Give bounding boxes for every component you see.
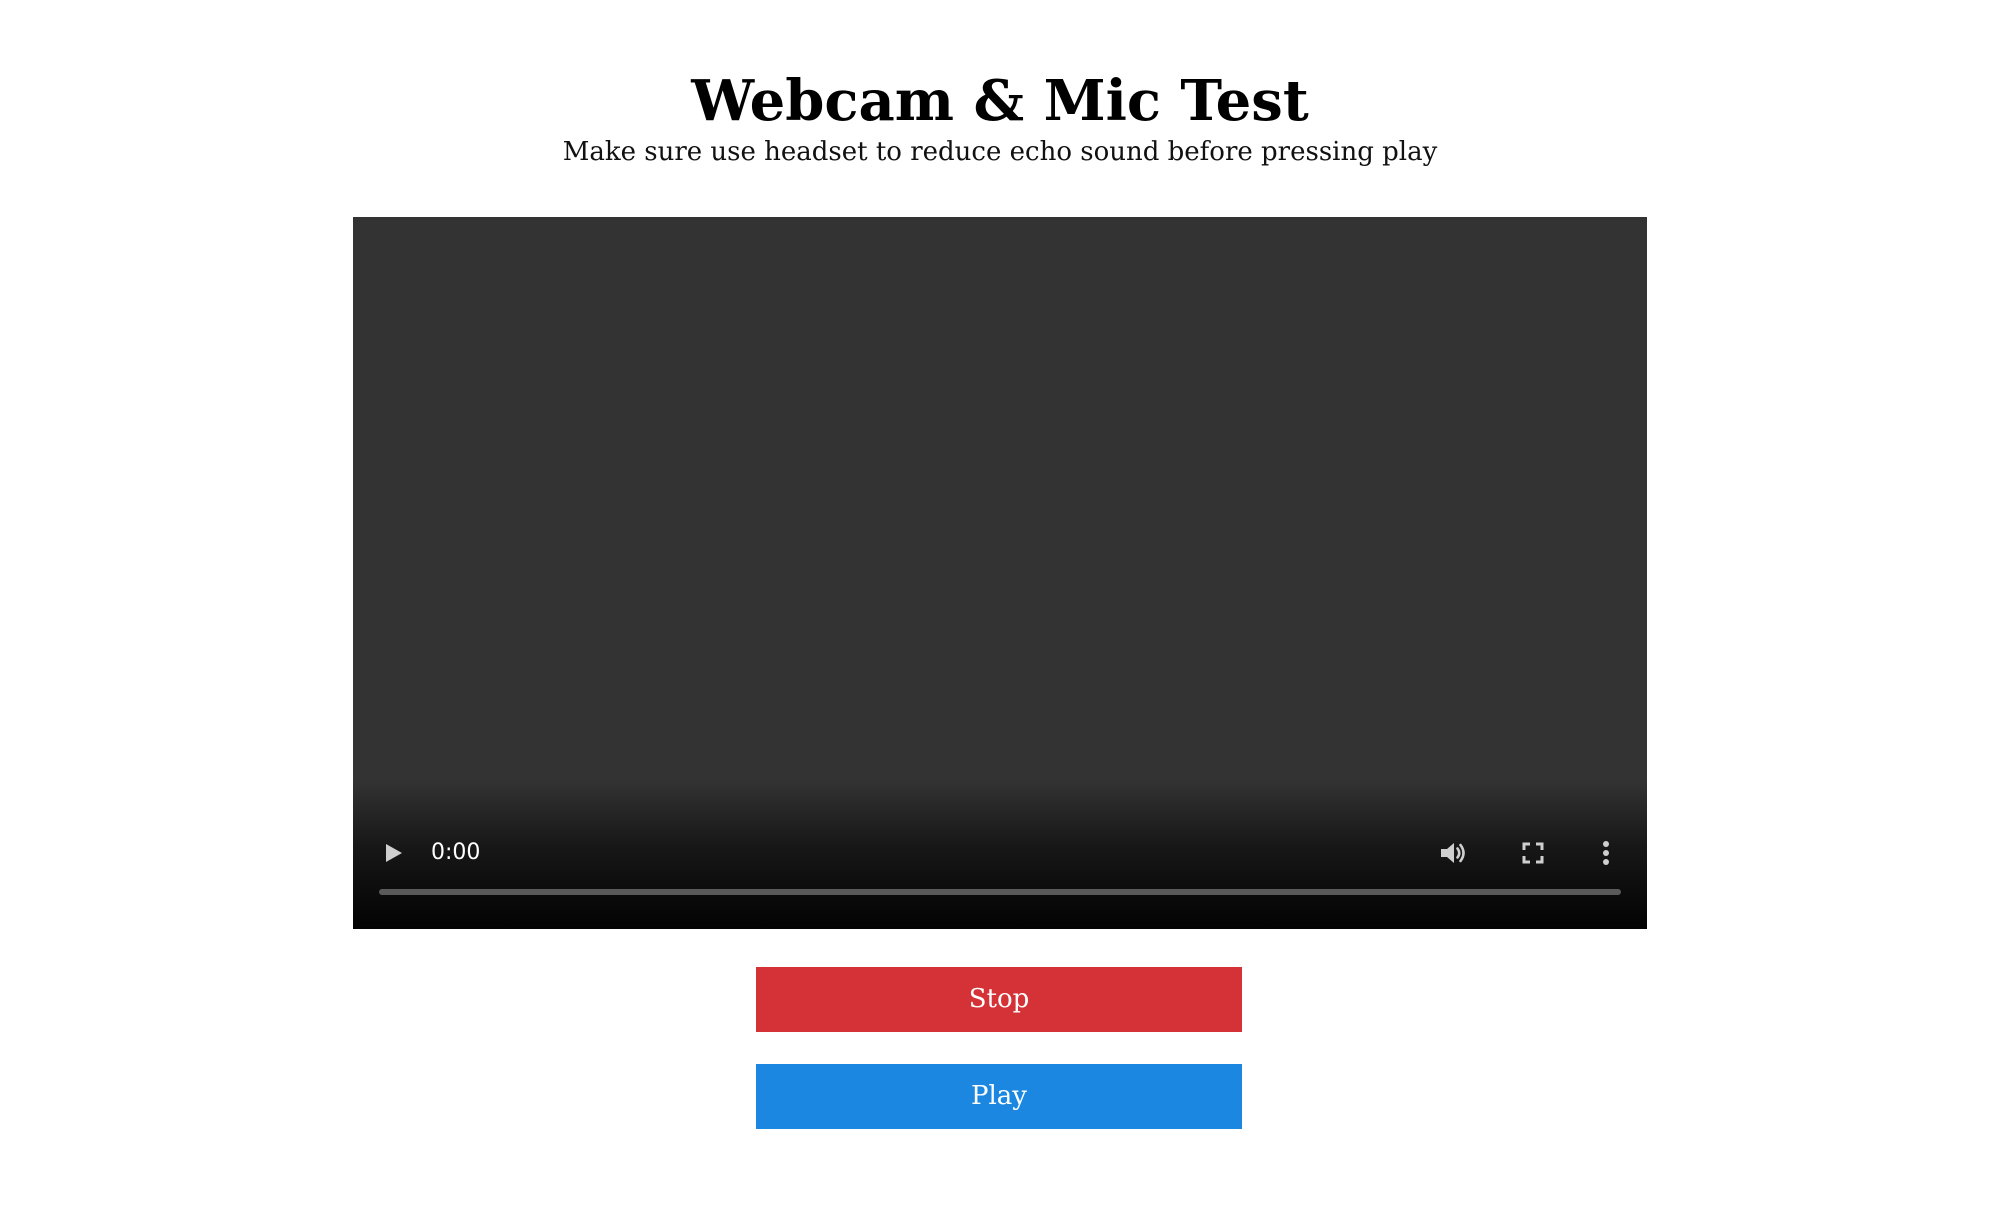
page: Webcam & Mic Test Make sure use headset … <box>0 0 2000 1210</box>
more-vertical-icon[interactable] <box>1594 837 1618 869</box>
fullscreen-icon[interactable] <box>1517 837 1549 869</box>
volume-icon[interactable] <box>1437 837 1469 869</box>
page-title: Webcam & Mic Test <box>691 68 1309 134</box>
page-subtitle: Make sure use headset to reduce echo sou… <box>562 137 1438 167</box>
video-controls: 0:00 <box>353 809 1647 929</box>
stop-button[interactable]: Stop <box>756 967 1242 1032</box>
play-icon[interactable] <box>379 839 407 867</box>
current-time: 0:00 <box>431 840 481 865</box>
video-player[interactable]: 0:00 <box>353 217 1647 929</box>
video-timeline[interactable] <box>379 889 1621 895</box>
play-button[interactable]: Play <box>756 1064 1242 1129</box>
